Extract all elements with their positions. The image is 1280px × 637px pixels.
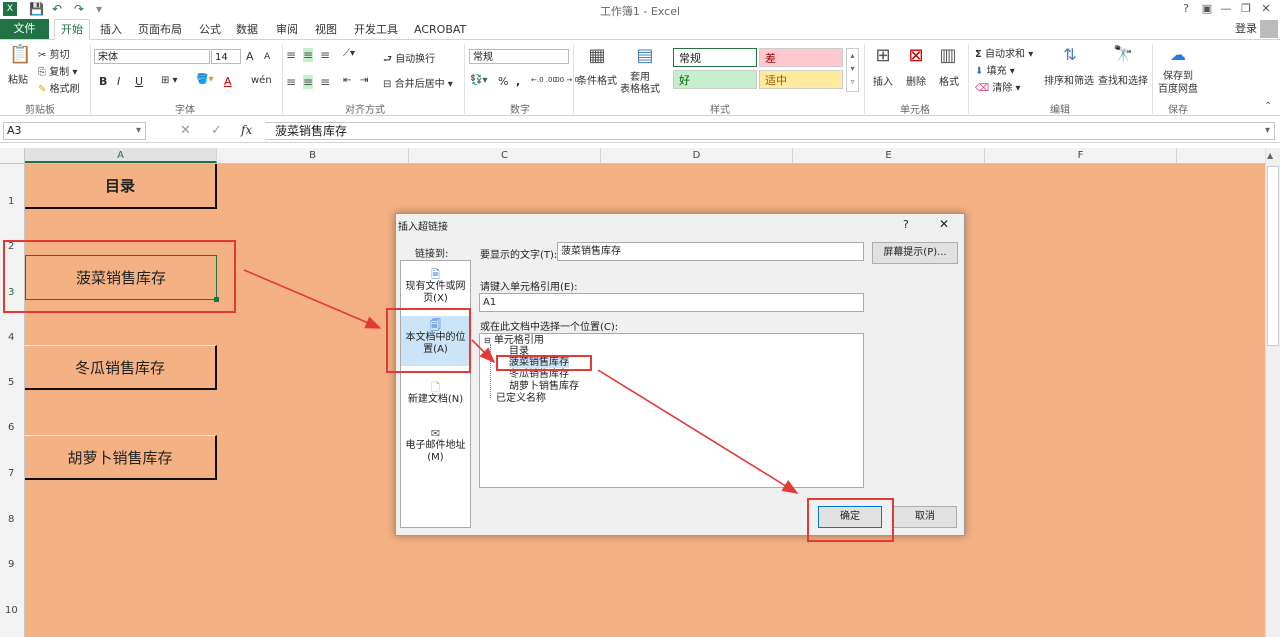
arrow-tree-to-ok — [597, 369, 799, 494]
arrow-cell-to-place — [243, 269, 382, 329]
annotation-arrows — [243, 269, 799, 494]
arrow-place-to-tree — [471, 339, 496, 364]
